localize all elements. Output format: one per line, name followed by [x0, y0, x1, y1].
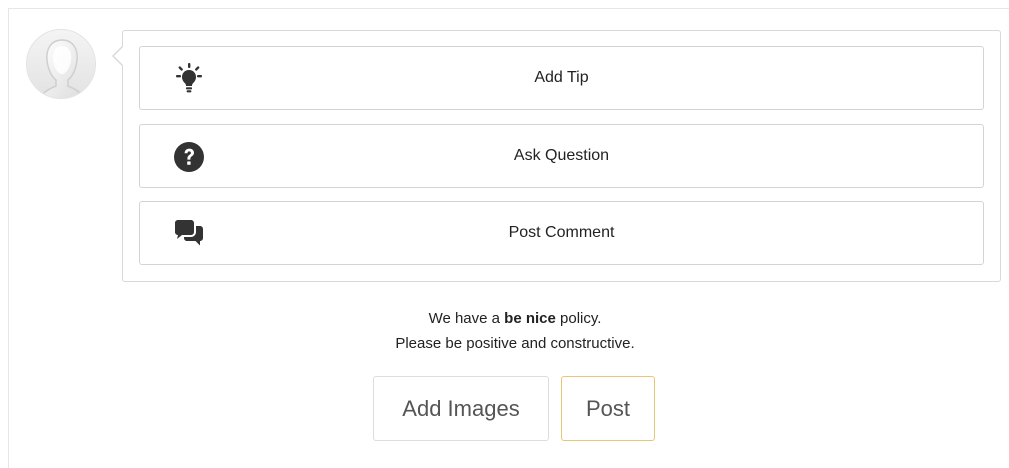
post-comment-label: Post Comment	[508, 224, 615, 241]
add-images-button[interactable]: Add Images	[373, 376, 549, 441]
policy-line-1: We have a be nice policy.	[0, 306, 1009, 331]
policy-line-1-suffix: policy.	[555, 310, 602, 327]
post-comment-button[interactable]: Post Comment	[139, 201, 984, 265]
user-avatar	[26, 29, 96, 99]
add-tip-label: Add Tip	[534, 69, 589, 86]
policy-be-nice-bold: be nice	[504, 310, 556, 327]
post-button[interactable]: Post	[561, 376, 655, 441]
policy-line-1-prefix: We have a	[428, 310, 505, 327]
add-tip-button[interactable]: Add Tip	[139, 46, 984, 110]
ask-question-label: Ask Question	[513, 147, 610, 164]
be-nice-policy-text: We have a be nice policy. Please be posi…	[0, 306, 1009, 356]
policy-line-2: Please be positive and constructive.	[395, 335, 635, 352]
panel-pointer-inner	[114, 46, 124, 66]
ask-question-button[interactable]: Ask Question	[139, 124, 984, 188]
default-user-silhouette-icon	[27, 30, 95, 98]
